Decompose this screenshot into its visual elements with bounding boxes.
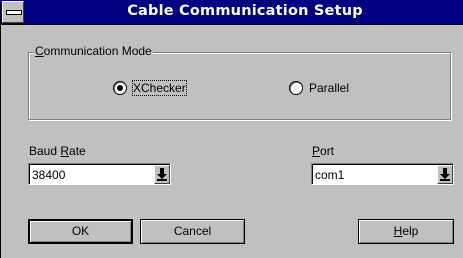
baud-rate-value: 38400 [32,168,66,182]
port-dropdown-inner: com1 [312,164,453,184]
ok-button[interactable]: OK [28,219,133,244]
port-label-post: ort [320,144,335,158]
baud-rate-label-pre: Baud [29,144,61,158]
port-label: Port [312,144,334,158]
radio-selected-dot [117,85,123,91]
radio-parallel-circle[interactable] [289,81,303,95]
radio-xchecker-label[interactable]: XChecker [132,80,187,96]
baud-rate-dropdown[interactable]: 38400 [28,163,171,185]
system-menu-button[interactable] [2,1,24,23]
communication-mode-label-accel: C [35,44,44,58]
radio-parallel-label[interactable]: Parallel [309,81,349,95]
port-label-accel: P [312,144,321,158]
dropdown-arrow-icon [440,168,450,181]
system-menu-icon [6,10,22,15]
baud-rate-label: Baud Rate [29,144,86,158]
help-button[interactable]: Help [358,219,454,244]
baud-rate-dropdown-button[interactable] [154,165,170,184]
communication-mode-label: Communication Mode [34,44,153,58]
radio-parallel[interactable]: Parallel [289,81,349,95]
port-dropdown-button[interactable] [437,165,453,184]
baud-rate-label-accel: R [60,144,70,158]
communication-mode-label-rest: ommunication Mode [43,44,152,58]
port-value: com1 [315,168,345,182]
port-dropdown[interactable]: com1 [311,163,454,185]
title-bar[interactable]: Cable Communication Setup [1,0,463,25]
baud-rate-label-post: ate [69,144,86,158]
radio-xchecker-circle[interactable] [113,81,127,95]
radio-xchecker[interactable]: XChecker [113,80,187,96]
cancel-button[interactable]: Cancel [140,219,245,244]
window-title: Cable Communication Setup [127,3,363,19]
communication-mode-group [28,52,451,120]
cable-communication-setup-dialog: Cable Communication Setup Communication … [0,0,463,258]
baud-rate-dropdown-inner: 38400 [29,164,170,184]
dropdown-arrow-icon [157,168,167,181]
help-button-rest: elp [402,224,419,238]
